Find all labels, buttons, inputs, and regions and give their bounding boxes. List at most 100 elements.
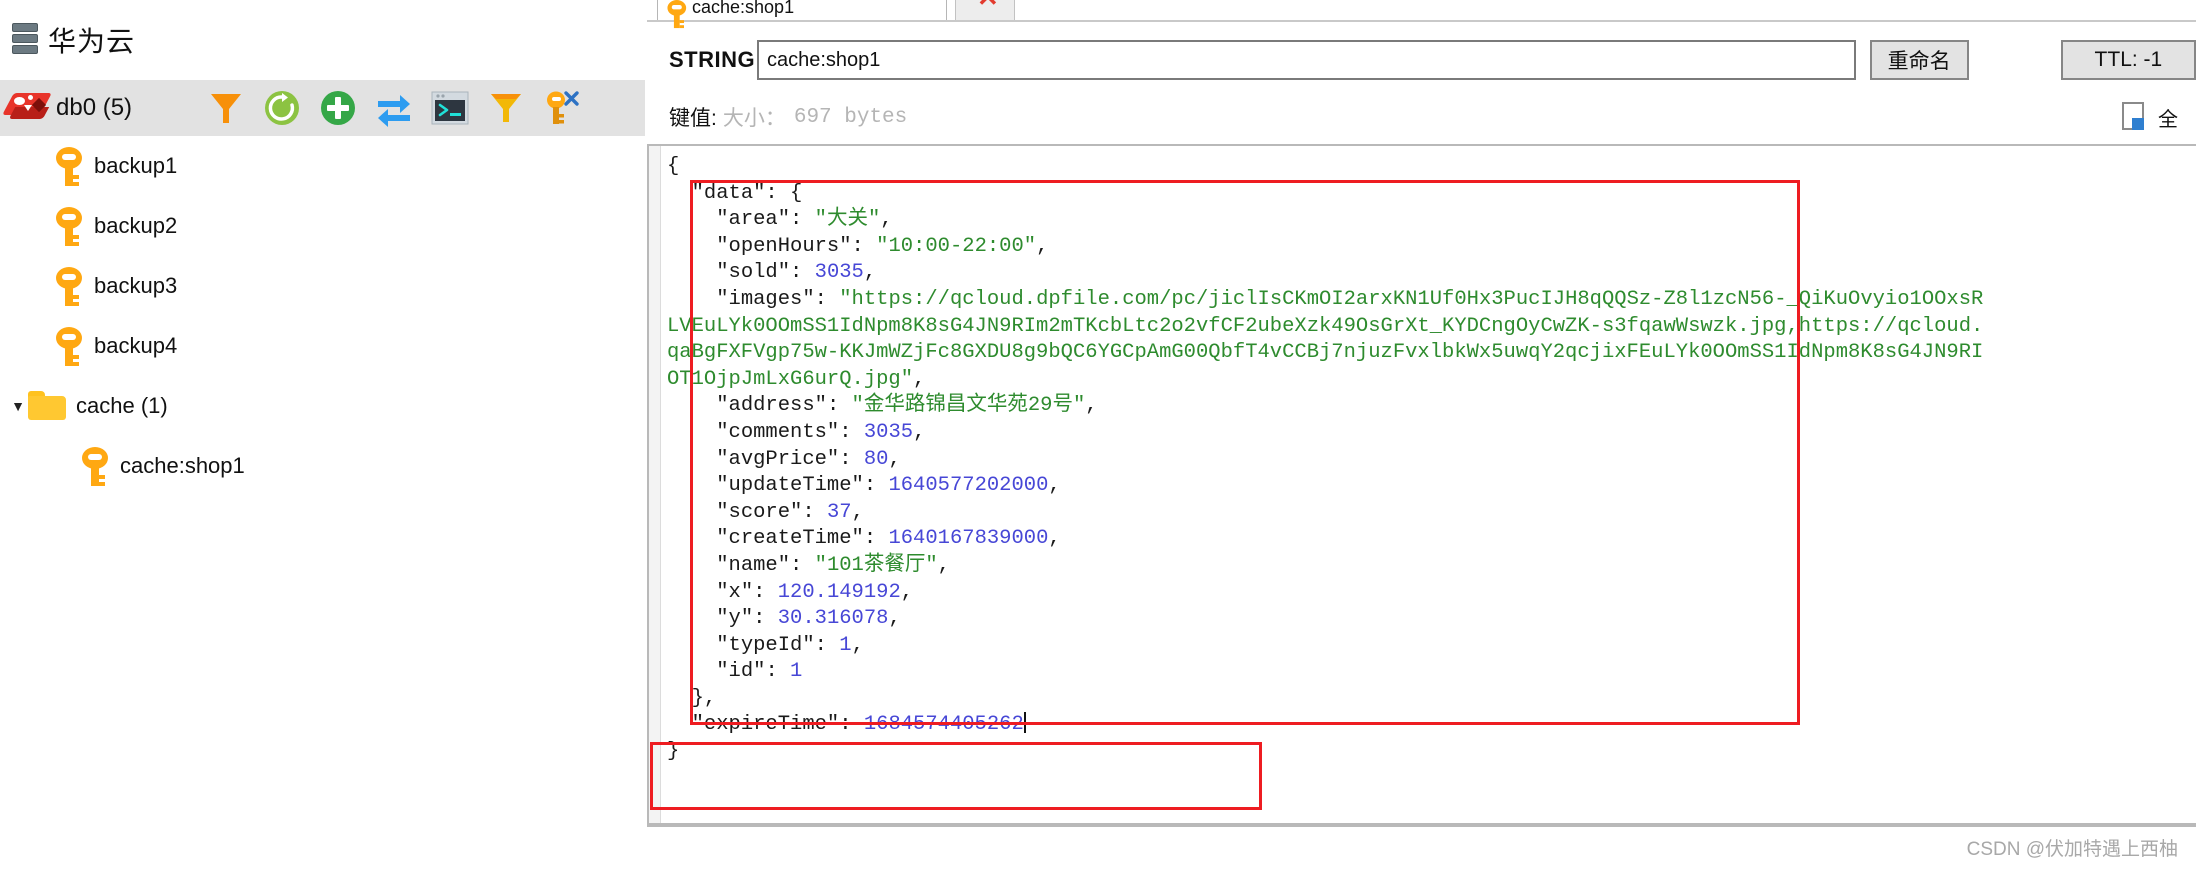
json-token-punc: , bbox=[880, 208, 893, 232]
json-token-str: OT1OjpJmLxG6urQ.jpg" bbox=[667, 367, 914, 391]
json-token-punc: : bbox=[765, 660, 791, 684]
redis-db-icon bbox=[2, 91, 52, 125]
json-token-punc: , bbox=[1048, 474, 1061, 498]
panel-bottom-rule bbox=[647, 825, 2196, 827]
toolbar-buttons bbox=[200, 82, 592, 134]
database-item[interactable]: db0 (5) bbox=[0, 91, 190, 125]
server-icon bbox=[12, 23, 38, 57]
connection-header[interactable]: 华为云 bbox=[0, 0, 645, 80]
json-line: "data": { bbox=[667, 181, 2196, 208]
json-line: "sold": 3035, bbox=[667, 260, 2196, 287]
json-token-punc: , bbox=[1048, 527, 1061, 551]
refresh-icon[interactable] bbox=[256, 82, 308, 134]
json-token-key: "address" bbox=[716, 394, 827, 418]
json-token-punc: : bbox=[814, 633, 840, 657]
tree-item-backup3[interactable]: backup3 bbox=[0, 256, 645, 316]
json-token-punc: : bbox=[790, 261, 815, 285]
value-label: 键值: bbox=[669, 107, 717, 130]
json-token-str: "10:00-22:00" bbox=[876, 234, 1037, 258]
json-token-punc: , bbox=[1085, 394, 1098, 418]
json-line: "comments": 3035, bbox=[667, 420, 2196, 447]
json-token-num: 1640167839000 bbox=[888, 527, 1049, 551]
json-content[interactable]: { "data": { "area": "大关", "openHours": "… bbox=[667, 154, 2196, 823]
tree-item-backup4[interactable]: backup4 bbox=[0, 316, 645, 376]
json-line: "name": "101茶餐厅", bbox=[667, 553, 2196, 580]
folder-icon bbox=[28, 391, 66, 421]
tree-item-backup1[interactable]: backup1 bbox=[0, 136, 645, 196]
json-line: } bbox=[667, 739, 2196, 766]
json-token-num: 1 bbox=[790, 660, 803, 684]
json-token-key: "x" bbox=[716, 580, 754, 604]
json-token-punc: { bbox=[667, 155, 680, 178]
json-line: "score": 37, bbox=[667, 500, 2196, 527]
ttl-button[interactable]: TTL: -1 bbox=[2060, 40, 2196, 80]
json-token-num: 1684574405262 bbox=[863, 713, 1024, 737]
json-token-num: 3035 bbox=[814, 261, 864, 285]
json-line: "area": "大关", bbox=[667, 207, 2196, 234]
close-icon[interactable]: ✕ bbox=[977, 0, 999, 10]
json-token-key: "y" bbox=[716, 607, 754, 631]
key-detail-panel: cache:shop1 ✕ STRING: 重命名 TTL: -1 键值: 大小… bbox=[647, 0, 2196, 869]
json-line: "address": "金华路锦昌文华苑29号", bbox=[667, 393, 2196, 420]
key-icon bbox=[54, 326, 84, 366]
json-token-key: "name" bbox=[716, 553, 791, 577]
json-token-punc: , bbox=[851, 633, 864, 657]
document-view-icon[interactable] bbox=[2122, 102, 2148, 132]
json-token-punc: : bbox=[863, 527, 889, 551]
json-token-str: LVEuLYk0OOmSS1IdNpm8K8sG4JN9RIm2mTKcbLtc… bbox=[667, 314, 1984, 338]
json-token-str: qaBgFXFVgp75w-KKJmWZjFc8GXDU8g9bQC6YGCpA… bbox=[667, 341, 1984, 365]
console-icon[interactable] bbox=[424, 82, 476, 134]
json-line: OT1OjpJmLxG6urQ.jpg", bbox=[667, 367, 2196, 394]
database-label: db0 (5) bbox=[56, 94, 133, 121]
tree-item-label: backup4 bbox=[94, 333, 178, 358]
json-token-punc: , bbox=[888, 607, 901, 631]
chevron-down-icon[interactable]: ▼ bbox=[8, 399, 28, 413]
json-token-punc: , bbox=[888, 447, 901, 471]
json-line: "typeId": 1, bbox=[667, 633, 2196, 660]
rename-button[interactable]: 重命名 bbox=[1869, 40, 1969, 80]
tree-item-cache-shop1[interactable]: cache:shop1 bbox=[0, 436, 645, 496]
json-token-num: 1640577202000 bbox=[888, 474, 1049, 498]
json-line: }, bbox=[667, 686, 2196, 713]
json-token-str: "金华路锦昌文华苑29号" bbox=[851, 394, 1086, 418]
meta-actions: 全 bbox=[2122, 96, 2178, 138]
add-key-icon[interactable] bbox=[312, 82, 364, 134]
watermark: CSDN @伏加特遇上西柚 bbox=[1966, 839, 2178, 860]
json-token-key: "area" bbox=[716, 208, 791, 232]
key-name-input[interactable] bbox=[757, 40, 1856, 80]
tree-item-backup2[interactable]: backup2 bbox=[0, 196, 645, 256]
key-icon bbox=[80, 446, 110, 486]
tree-item-cache-1-[interactable]: ▼ cache (1) bbox=[0, 376, 645, 436]
sync-icon[interactable] bbox=[368, 82, 420, 134]
key-delete-icon[interactable] bbox=[536, 82, 588, 134]
value-editor[interactable]: { "data": { "area": "大关", "openHours": "… bbox=[647, 144, 2196, 825]
json-token-num: 80 bbox=[863, 447, 889, 471]
key-tree: backup1 backup2 backup3 backup4 ▼ cache (1) ca… bbox=[0, 136, 645, 869]
key-type-label: STRING: bbox=[669, 47, 763, 72]
json-token-punc: , bbox=[1036, 234, 1049, 258]
json-token-punc: } bbox=[667, 740, 680, 764]
tab-underline bbox=[647, 20, 2196, 22]
json-line: qaBgFXFVgp75w-KKJmWZjFc8GXDU8g9bQC6YGCpA… bbox=[667, 340, 2196, 367]
funnel-yellow-icon[interactable] bbox=[480, 82, 532, 134]
tree-item-label: backup3 bbox=[94, 273, 178, 298]
json-line: "expireTime": 1684574405262 bbox=[667, 712, 2196, 739]
json-token-punc: : bbox=[790, 553, 815, 577]
key-icon bbox=[54, 146, 84, 186]
tab-cache-shop1[interactable]: cache:shop1 bbox=[657, 0, 947, 29]
tab-strip: cache:shop1 ✕ bbox=[647, 0, 2196, 29]
json-line: "y": 30.316078, bbox=[667, 606, 2196, 633]
json-token-key: "images" bbox=[716, 287, 815, 311]
json-line: "avgPrice": 80, bbox=[667, 447, 2196, 474]
key-meta-row: 键值: 大小： 697 bytes 全 bbox=[647, 96, 2196, 138]
json-token-punc: }, bbox=[691, 686, 717, 710]
json-token-num: 120.149192 bbox=[777, 580, 901, 604]
redis-client-window: 华为云 db0 (5) backup1 backup2 backup3 back… bbox=[0, 0, 2196, 869]
json-token-num: 3035 bbox=[863, 420, 914, 444]
json-token-punc: : bbox=[851, 234, 877, 258]
tree-item-label: backup2 bbox=[94, 213, 178, 238]
json-line: "x": 120.149192, bbox=[667, 580, 2196, 607]
editor-gutter bbox=[649, 146, 661, 823]
json-token-punc: : bbox=[753, 607, 778, 631]
filter-icon[interactable] bbox=[200, 82, 252, 134]
